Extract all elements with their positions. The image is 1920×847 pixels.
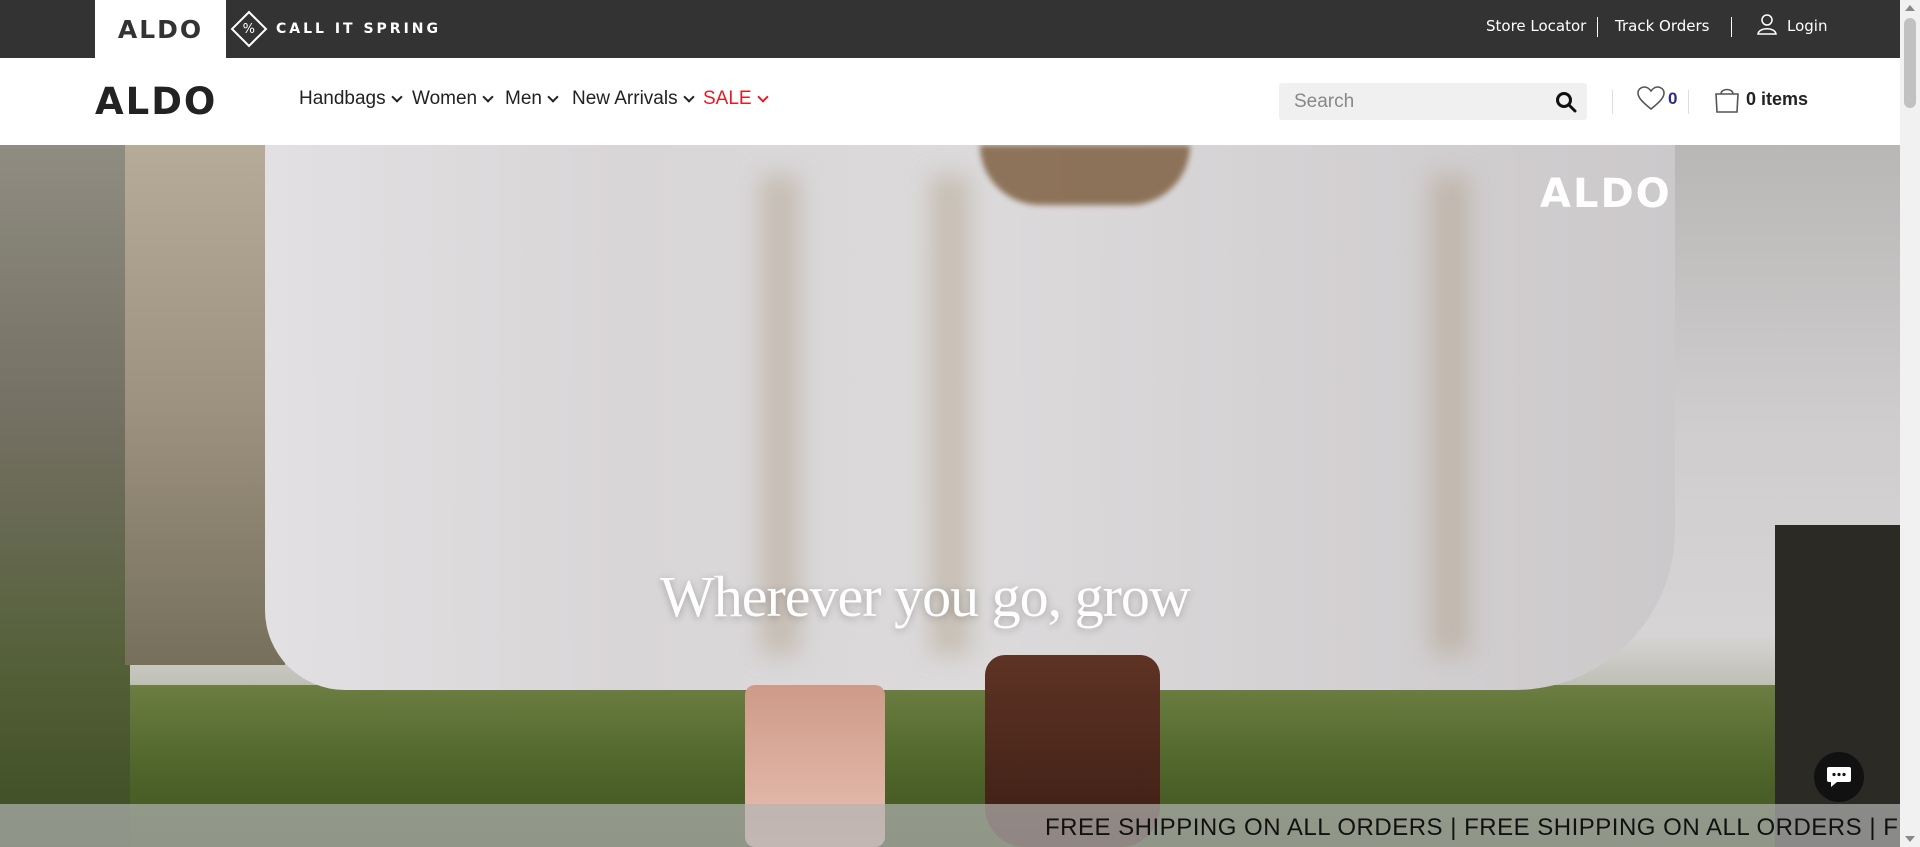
wishlist-count: 0 [1668,88,1678,108]
nav-item-sale[interactable]: SALE [703,88,769,110]
nav-item-label: Handbags [299,88,386,109]
track-orders-link[interactable]: Track Orders [1615,17,1709,35]
nav-item-label: Men [505,88,542,109]
promo-text: FREE SHIPPING ON ALL ORDERS | FREE SHIPP… [1045,814,1900,841]
chevron-down-icon [482,90,494,103]
divider [1731,17,1732,37]
promo-ticker: FREE SHIPPING ON ALL ORDERS | FREE SHIPP… [0,804,1900,847]
nav-item-women[interactable]: Women [412,88,494,110]
nav-item-new-arrivals[interactable]: New Arrivals [572,88,695,110]
hero-tagline: Wherever you go, grow [660,564,1191,629]
hero-background-left [0,145,130,847]
nav-item-label: Women [412,88,478,109]
scroll-down-arrow-icon[interactable] [1905,836,1915,842]
nav-item-label: SALE [703,88,752,109]
hero-banner[interactable]: ALDO Wherever you go, grow [0,145,1900,847]
nav-item-label: New Arrivals [572,88,678,109]
divider [1688,90,1689,114]
cart-button[interactable]: 0 items [1714,85,1808,113]
cart-count: 0 items [1746,88,1809,109]
chat-icon [1827,767,1851,787]
store-locator-link[interactable]: Store Locator [1486,17,1586,35]
hero-hair [980,145,1190,205]
chevron-down-icon [682,90,695,103]
chevron-down-icon [390,90,403,103]
search-box [1279,83,1587,120]
nav-item-men[interactable]: Men [505,88,559,110]
nav-item-handbags[interactable]: Handbags [299,88,403,110]
chat-button[interactable] [1814,752,1864,802]
hero-aldo-logo: ALDO [1540,171,1672,217]
divider [1597,17,1598,37]
utility-bar: ALDO % CALL IT SPRING Store Locator Trac… [0,0,1900,58]
wishlist-button[interactable]: 0 [1637,86,1677,111]
main-navigation: ALDO Handbags Women Men New Arrivals SAL… [0,58,1900,145]
search-input[interactable] [1279,83,1539,120]
bag-icon [1715,88,1739,113]
divider [1612,90,1613,114]
chevron-down-icon [547,90,559,103]
heart-icon [1637,86,1665,111]
scroll-up-arrow-icon[interactable] [1905,5,1915,11]
hero-background-wall [125,145,285,665]
search-icon[interactable] [1555,91,1577,113]
dress-fold [1430,175,1470,655]
user-icon[interactable] [1757,13,1777,35]
page-scrollbar[interactable] [1900,0,1920,847]
aldo-logo[interactable]: ALDO [95,80,217,123]
login-link[interactable]: Login [1787,17,1827,35]
scroll-thumb[interactable] [1904,18,1916,108]
chevron-down-icon [756,90,769,103]
